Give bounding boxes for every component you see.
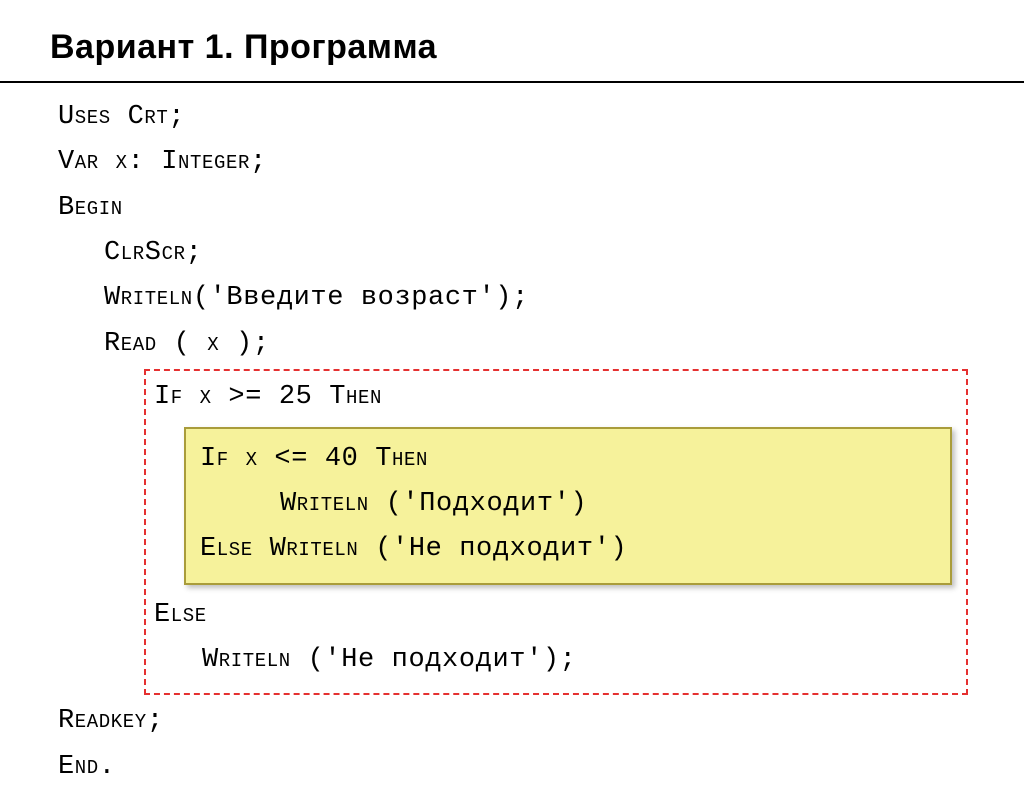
- string-literal: Подходит: [419, 489, 553, 519]
- outer-if-highlight: If x >= 25 Then If x <= 40 Then Writeln …: [144, 369, 968, 695]
- code-line: End.: [58, 745, 1024, 790]
- code-line: Read ( x );: [58, 322, 1024, 367]
- string-literal: Не подходит: [341, 645, 526, 675]
- code-fragment: Writeln (': [280, 489, 419, 519]
- code-fragment: Writeln(': [104, 283, 226, 313]
- inner-if-highlight: If x <= 40 Then Writeln ('Подходит') Els…: [184, 427, 952, 585]
- code-line: Readkey;: [58, 699, 1024, 744]
- title-divider: [0, 81, 1024, 83]
- code-line: Writeln ('Не подходит');: [154, 638, 952, 683]
- code-line: ClrScr;: [58, 231, 1024, 276]
- code-fragment: '): [594, 534, 628, 564]
- code-line: Else: [154, 593, 952, 638]
- code-line: If x >= 25 Then: [154, 375, 952, 420]
- code-line: Else Writeln ('Не подходит'): [200, 527, 936, 572]
- code-line: If x <= 40 Then: [200, 437, 936, 482]
- code-line: Begin: [58, 186, 1024, 231]
- code-line: Var x: Integer;: [58, 140, 1024, 185]
- code-fragment: '): [554, 489, 588, 519]
- slide: Вариант 1. Программа Uses Crt; Var x: In…: [0, 0, 1024, 767]
- code-line: Writeln ('Подходит'): [200, 482, 936, 527]
- code-fragment: ');: [478, 283, 528, 313]
- code-block: Uses Crt; Var x: Integer; Begin ClrScr; …: [0, 89, 1024, 790]
- code-fragment: Else Writeln (': [200, 534, 409, 564]
- string-literal: Введите возраст: [226, 283, 478, 313]
- code-fragment: Writeln (': [202, 645, 341, 675]
- code-fragment: ');: [526, 645, 576, 675]
- page-title: Вариант 1. Программа: [0, 0, 1024, 81]
- code-line: Uses Crt;: [58, 95, 1024, 140]
- string-literal: Не подходит: [409, 534, 594, 564]
- code-line: Writeln('Введите возраст');: [58, 276, 1024, 321]
